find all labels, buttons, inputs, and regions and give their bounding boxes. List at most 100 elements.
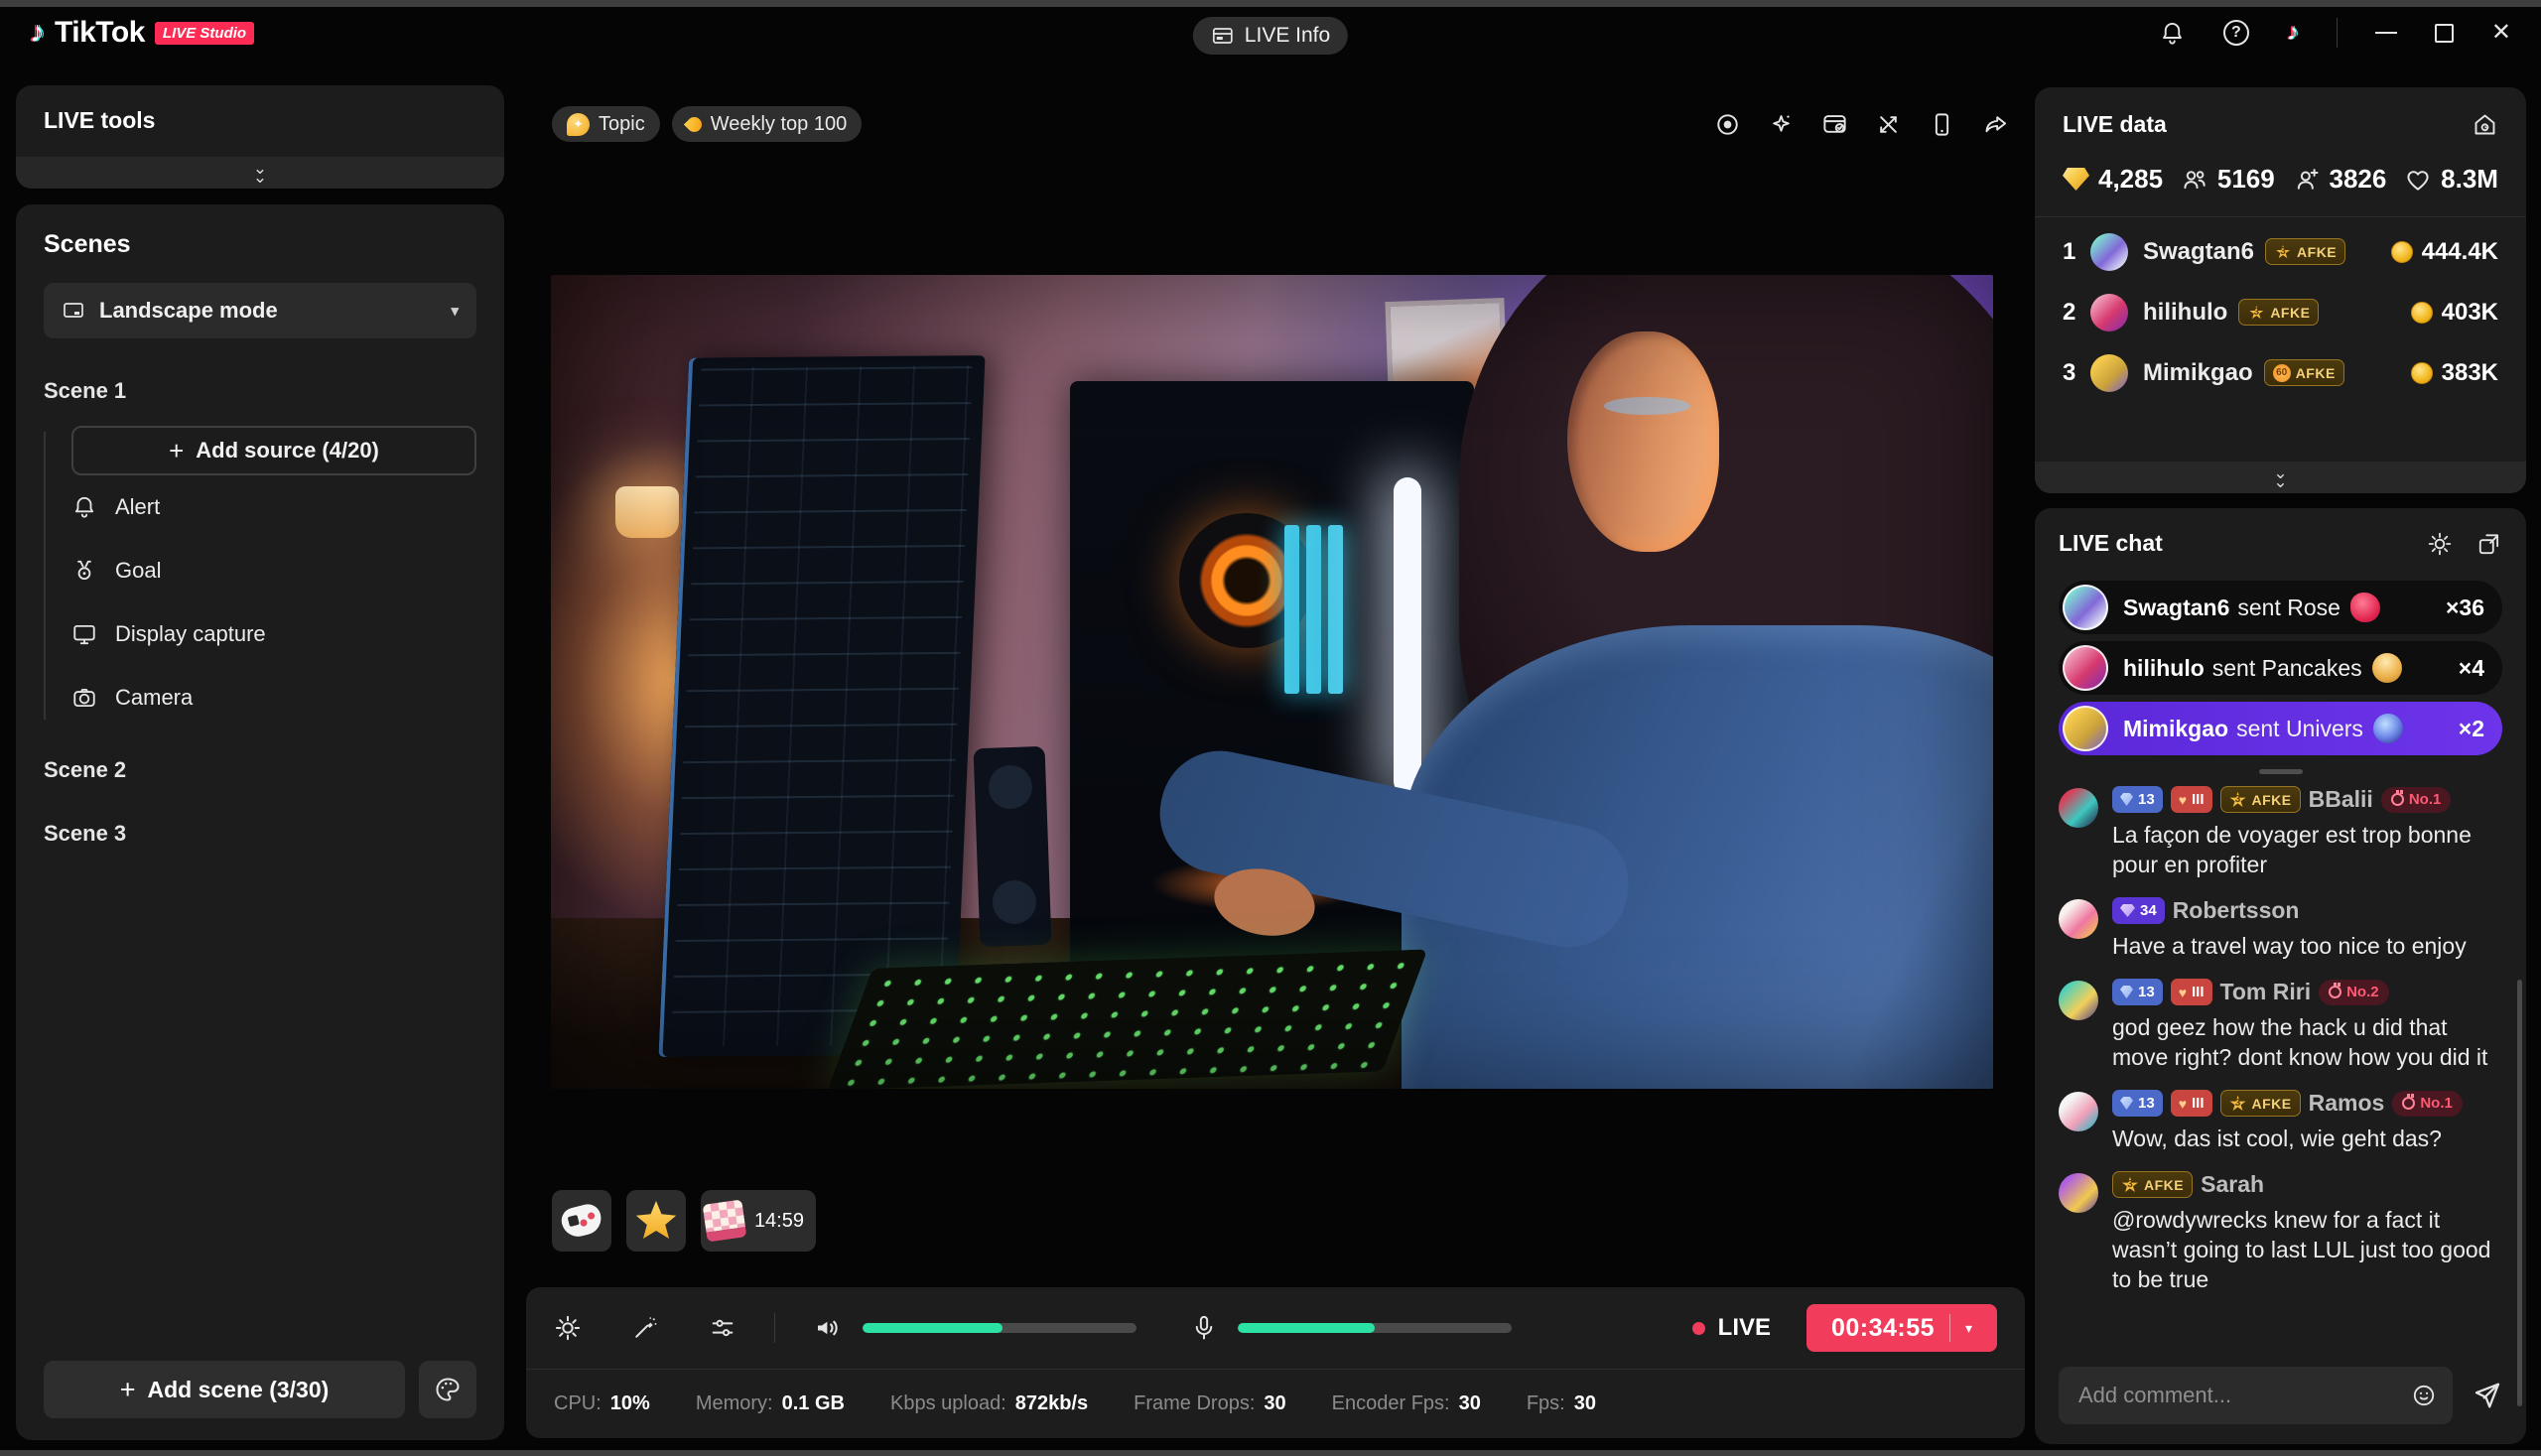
gift-panel-icon[interactable] bbox=[1821, 111, 1848, 138]
chat-settings-gear-icon[interactable] bbox=[2427, 531, 2453, 557]
encoder-fps-stat: Encoder Fps:30 bbox=[1332, 1392, 1481, 1415]
chat-message[interactable]: ★3AFKE Sarah @rowdywrecks knew for a fac… bbox=[2059, 1171, 2502, 1294]
live-tools-panel: LIVE tools ⌄⌄ bbox=[16, 85, 504, 189]
source-item-camera[interactable]: Camera bbox=[71, 666, 476, 729]
tiktok-app-icon[interactable]: ♪ bbox=[2287, 19, 2299, 47]
gift-banner[interactable]: Swagtan6 sent Rose ×36 bbox=[2059, 581, 2502, 634]
mic-volume-slider[interactable] bbox=[1238, 1323, 1512, 1333]
stream-preview[interactable] bbox=[551, 275, 1993, 1089]
close-button[interactable]: ✕ bbox=[2491, 21, 2511, 45]
avatar bbox=[2059, 899, 2098, 939]
gifter-name: Mimikgao bbox=[2123, 716, 2228, 742]
avatar bbox=[2090, 354, 2128, 392]
theme-palette-button[interactable] bbox=[419, 1361, 476, 1418]
coin-icon bbox=[2391, 241, 2413, 263]
speaker-icon[interactable] bbox=[813, 1313, 843, 1343]
live-data-panel: LIVE data 4,285 5169 3826 8.3M bbox=[2035, 87, 2526, 493]
help-icon[interactable]: ? bbox=[2223, 20, 2249, 46]
source-label: Alert bbox=[115, 494, 160, 520]
avatar bbox=[2090, 233, 2128, 271]
fan-club-badge: ★3 AFKE bbox=[2265, 238, 2345, 265]
minimize-button[interactable] bbox=[2375, 32, 2397, 34]
live-tools-expand-bar[interactable]: ⌄⌄ bbox=[16, 157, 504, 189]
crossed-tools-icon[interactable] bbox=[1875, 111, 1902, 138]
treasure-chest-tile[interactable]: 14:59 bbox=[701, 1190, 816, 1252]
phone-icon[interactable] bbox=[1929, 111, 1955, 138]
topic-badge[interactable]: ✦ Topic bbox=[552, 106, 660, 142]
gift-banner-highlighted[interactable]: Mimikgao sent Univers ×2 bbox=[2059, 702, 2502, 755]
chat-message[interactable]: 34 Robertsson Have a travel way too nice… bbox=[2059, 897, 2502, 961]
effects-sparkle-icon[interactable] bbox=[1768, 111, 1795, 138]
vignette bbox=[551, 275, 1993, 1089]
topic-label: Topic bbox=[599, 113, 645, 136]
star-gift-tile[interactable] bbox=[626, 1190, 686, 1252]
add-scene-button[interactable]: + Add scene (3/30) bbox=[44, 1361, 405, 1418]
live-studio-badge: LIVE Studio bbox=[155, 22, 254, 45]
chat-scrollbar[interactable] bbox=[2517, 980, 2522, 1406]
chat-drag-handle[interactable] bbox=[2259, 769, 2303, 774]
emoji-smiley-icon[interactable] bbox=[2411, 1383, 2437, 1408]
chat-message[interactable]: 13 ♥III ★3AFKE Ramos No.1 Wow, das ist c… bbox=[2059, 1090, 2502, 1153]
chat-message[interactable]: 13 ♥III Tom Riri No.2 god geez how the h… bbox=[2059, 979, 2502, 1072]
share-icon[interactable] bbox=[1982, 111, 2009, 138]
star-level-icon: ★3 bbox=[2274, 243, 2292, 261]
source-item-display-capture[interactable]: Display capture bbox=[71, 602, 476, 666]
window-edge bbox=[0, 1450, 2541, 1456]
fan-club-badge: ★3AFKE bbox=[2220, 786, 2301, 813]
coin-amount: 403K bbox=[2442, 299, 2498, 327]
star-level-icon: ★3 bbox=[2247, 304, 2265, 322]
live-info-button[interactable]: LIVE Info bbox=[1193, 17, 1348, 55]
maximize-button[interactable] bbox=[2435, 24, 2454, 43]
viewers-stat: 5169 bbox=[2181, 164, 2275, 195]
layout-mode-value: Landscape mode bbox=[99, 298, 278, 324]
live-dot-icon bbox=[1692, 1322, 1705, 1335]
beautify-wand-icon[interactable] bbox=[631, 1314, 659, 1342]
message-text: Have a travel way too nice to enjoy bbox=[2112, 931, 2502, 961]
cpu-stat: CPU:10% bbox=[554, 1392, 650, 1415]
leaderboard-row-3[interactable]: 3 Mimikgao ★60 AFKE 383K bbox=[2035, 342, 2526, 403]
gifter-name: hilihulo bbox=[2143, 299, 2227, 327]
settings-gear-icon[interactable] bbox=[554, 1314, 582, 1342]
weekly-top-badge[interactable]: Weekly top 100 bbox=[672, 106, 863, 142]
home-icon[interactable] bbox=[2472, 111, 2498, 138]
leaderboard-row-2[interactable]: 2 hilihulo ★3 AFKE 403K bbox=[2035, 282, 2526, 342]
source-item-goal[interactable]: Goal bbox=[71, 539, 476, 602]
goal-medal-icon bbox=[71, 558, 97, 584]
microphone-icon[interactable] bbox=[1190, 1314, 1218, 1342]
popout-chat-icon[interactable] bbox=[2476, 531, 2502, 557]
gifter-name: Mimikgao bbox=[2143, 359, 2253, 387]
add-source-button[interactable]: + Add source (4/20) bbox=[71, 426, 476, 475]
live-data-expand-bar[interactable]: ⌄⌄ bbox=[2035, 462, 2526, 493]
filters-sliders-icon[interactable] bbox=[709, 1314, 736, 1342]
source-item-alert[interactable]: Alert bbox=[71, 475, 476, 539]
controller-gift-tile[interactable] bbox=[552, 1190, 611, 1252]
gift-count: ×2 bbox=[2459, 716, 2484, 742]
notification-bell-icon[interactable] bbox=[2159, 20, 2186, 47]
rank-number: 2 bbox=[2063, 299, 2090, 327]
live-info-label: LIVE Info bbox=[1245, 24, 1330, 48]
message-text: La façon de voyager est trop bonne pour … bbox=[2112, 820, 2502, 879]
record-icon[interactable] bbox=[1714, 111, 1741, 138]
new-followers-icon bbox=[2293, 166, 2321, 194]
scene-item-3[interactable]: Scene 3 bbox=[44, 821, 476, 847]
send-comment-icon[interactable] bbox=[2471, 1380, 2502, 1411]
chat-message[interactable]: 13 ♥III ★3AFKE BBalii No.1 La façon de v… bbox=[2059, 786, 2502, 879]
gift-banner[interactable]: hilihulo sent Pancakes ×4 bbox=[2059, 641, 2502, 695]
stream-timer-button[interactable]: 00:34:55 ▾ bbox=[1806, 1304, 1997, 1352]
star-level-icon: ★3 bbox=[2229, 791, 2247, 809]
leaderboard-row-1[interactable]: 1 Swagtan6 ★3 AFKE 444.4K bbox=[2035, 221, 2526, 282]
layout-mode-select[interactable]: Landscape mode ▾ bbox=[44, 283, 476, 338]
heart-icon: ♥ bbox=[2179, 1096, 2187, 1112]
scene-item-2[interactable]: Scene 2 bbox=[44, 757, 476, 783]
left-sidebar: LIVE tools ⌄⌄ Scenes Landscape mode ▾ Sc… bbox=[16, 85, 504, 1440]
comment-input[interactable] bbox=[2059, 1367, 2453, 1424]
heart-badge: ♥III bbox=[2171, 979, 2212, 1005]
speaker-volume-slider[interactable] bbox=[863, 1323, 1137, 1333]
titlebar-divider bbox=[2337, 18, 2338, 48]
scene-item-1[interactable]: Scene 1 bbox=[44, 378, 476, 404]
likes-stat: 8.3M bbox=[2404, 164, 2498, 195]
status-bar: CPU:10% Memory:0.1 GB Kbps upload:872kb/… bbox=[526, 1370, 2025, 1437]
level-badge: 13 bbox=[2112, 979, 2163, 1005]
fan-club-badge: ★3AFKE bbox=[2220, 1090, 2301, 1117]
rank-badge: No.1 bbox=[2392, 1091, 2463, 1117]
